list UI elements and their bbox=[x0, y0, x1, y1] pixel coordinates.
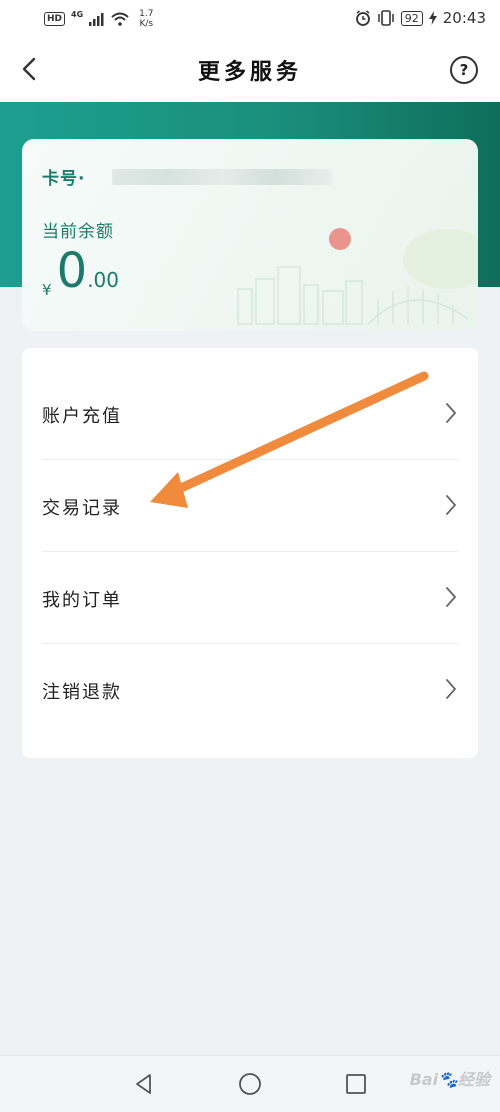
chevron-right-icon bbox=[446, 587, 457, 607]
status-time: 20:43 bbox=[442, 9, 486, 27]
amount-integer: 0 bbox=[56, 243, 88, 299]
battery-level: 92 bbox=[400, 10, 423, 26]
vibrate-icon bbox=[378, 10, 394, 26]
speed-unit: K/s bbox=[139, 19, 154, 29]
chevron-right-icon bbox=[446, 403, 457, 423]
status-left: HD 4G 1.7 K/s bbox=[44, 9, 153, 29]
status-bar: HD 4G 1.7 K/s 92 20:43 bbox=[0, 0, 500, 36]
status-right: 92 20:43 bbox=[355, 9, 486, 27]
system-nav-bar: Bai🐾经验 bbox=[0, 1055, 500, 1112]
network-type: 4G bbox=[71, 9, 84, 19]
currency-symbol: ¥ bbox=[42, 281, 52, 299]
menu-item-label: 交易记录 bbox=[42, 498, 122, 519]
square-recent-icon[interactable] bbox=[344, 1072, 368, 1096]
menu-item-label: 注销退款 bbox=[42, 682, 122, 703]
page-title: 更多服务 bbox=[197, 60, 302, 85]
city-skyline-illustration bbox=[237, 228, 478, 325]
menu-item-recharge[interactable]: 账户充值 bbox=[22, 368, 478, 460]
chevron-right-icon bbox=[446, 679, 457, 699]
card-number-masked bbox=[112, 169, 332, 185]
speed-value: 1.7 bbox=[139, 9, 154, 19]
balance-label: 当前余额 bbox=[42, 222, 114, 242]
wifi-icon bbox=[111, 12, 129, 26]
menu-item-transactions[interactable]: 交易记录 bbox=[22, 460, 478, 552]
menu-item-orders[interactable]: 我的订单 bbox=[22, 552, 478, 644]
amount-decimal: .00 bbox=[87, 268, 119, 292]
watermark: Bai🐾经验 bbox=[409, 1070, 490, 1089]
network-speed: 1.7 K/s bbox=[139, 9, 153, 29]
hd-badge: HD bbox=[44, 12, 66, 26]
alarm-icon bbox=[355, 10, 370, 26]
question-circle-icon: ? bbox=[459, 61, 469, 79]
balance-amount: ¥ 0.00 bbox=[42, 243, 119, 299]
card-number-label: 卡号· bbox=[42, 169, 86, 189]
balance-card: 卡号· 当前余额 ¥ 0.00 bbox=[22, 139, 478, 331]
circle-home-icon[interactable] bbox=[238, 1072, 262, 1096]
charging-icon bbox=[428, 11, 437, 25]
signal-icon bbox=[89, 12, 104, 26]
menu-item-label: 我的订单 bbox=[42, 590, 122, 611]
chevron-right-icon bbox=[446, 495, 457, 515]
services-menu: 账户充值 交易记录 我的订单 注销退款 bbox=[22, 348, 478, 758]
menu-item-label: 账户充值 bbox=[42, 406, 122, 427]
help-button[interactable]: ? bbox=[450, 56, 478, 84]
triangle-back-icon[interactable] bbox=[132, 1072, 156, 1096]
menu-item-refund[interactable]: 注销退款 bbox=[22, 644, 478, 736]
top-nav-bar: 更多服务 ? bbox=[0, 36, 500, 102]
